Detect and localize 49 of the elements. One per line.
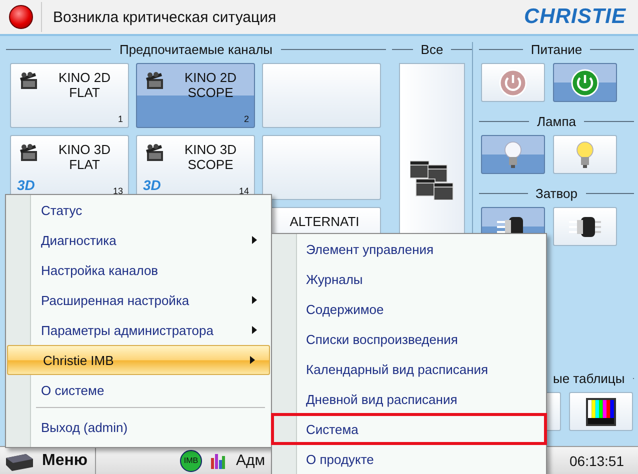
section-title: Лампа — [537, 114, 576, 128]
menu-item[interactable]: Дневной вид расписания — [272, 384, 546, 414]
submenu-arrow-icon — [252, 236, 257, 244]
menu-item[interactable]: Содержимое — [272, 294, 546, 324]
toggle-button[interactable] — [553, 135, 617, 174]
clapperboard-icon — [145, 144, 165, 162]
menu-item[interactable]: Расширенная настройка — [6, 285, 271, 315]
channel-button[interactable]: KINO 2D SCOPE 2 — [136, 63, 255, 128]
light-bulb-icon — [575, 140, 595, 170]
logo: CHRISTIE — [524, 5, 626, 29]
menu-item[interactable]: О системе — [6, 375, 271, 405]
toggle-button[interactable] — [481, 63, 545, 102]
section-title: Питание — [530, 42, 582, 56]
section-title: Затвор — [536, 186, 578, 200]
chart-icon[interactable] — [210, 452, 226, 470]
toggle-button[interactable] — [553, 207, 617, 246]
window-title: Возникла критическая ситуация — [53, 8, 276, 26]
submenu-arrow-icon — [250, 356, 255, 364]
clock: 06:13:51 — [570, 452, 624, 468]
toggle-button[interactable] — [553, 63, 617, 102]
test-pattern-icon — [586, 398, 616, 426]
3d-label: 3D — [17, 177, 35, 193]
clapperboard-icon — [145, 72, 165, 90]
menu-item[interactable]: Система — [272, 414, 546, 444]
clapperboard-icon — [19, 72, 39, 90]
menu-item[interactable]: Параметры администратора — [6, 315, 271, 345]
submenu-arrow-icon — [252, 326, 257, 334]
channel-button[interactable]: KINO 2D FLAT 1 — [10, 63, 129, 128]
section-title: ые таблицы — [553, 370, 625, 386]
menu-item[interactable]: О продукте — [272, 444, 546, 474]
imb-status-icon[interactable]: IMB — [180, 450, 202, 472]
menu-item[interactable]: Журналы — [272, 264, 546, 294]
section-title: Все — [420, 42, 444, 56]
menu-item[interactable]: Диагностика — [6, 225, 271, 255]
toggle-button[interactable] — [481, 135, 545, 174]
power-icon — [498, 68, 528, 98]
power-icon — [570, 68, 600, 98]
clapperboard-icon — [19, 144, 39, 162]
3d-label: 3D — [143, 177, 161, 193]
menu-item[interactable]: Списки воспроизведения — [272, 324, 546, 354]
user-label: Адм — [236, 452, 266, 469]
menu-item[interactable]: Элемент управления — [272, 234, 546, 264]
light-bulb-icon — [503, 140, 523, 170]
menu-item[interactable]: Christie IMB — [7, 345, 270, 375]
menu-item[interactable]: Настройка каналов — [6, 255, 271, 285]
toggle-button[interactable] — [569, 392, 633, 431]
menu-item[interactable]: Календарный вид расписания — [272, 354, 546, 384]
submenu-arrow-icon — [252, 296, 257, 304]
section-title: Предпочитаемые каналы — [119, 42, 273, 56]
